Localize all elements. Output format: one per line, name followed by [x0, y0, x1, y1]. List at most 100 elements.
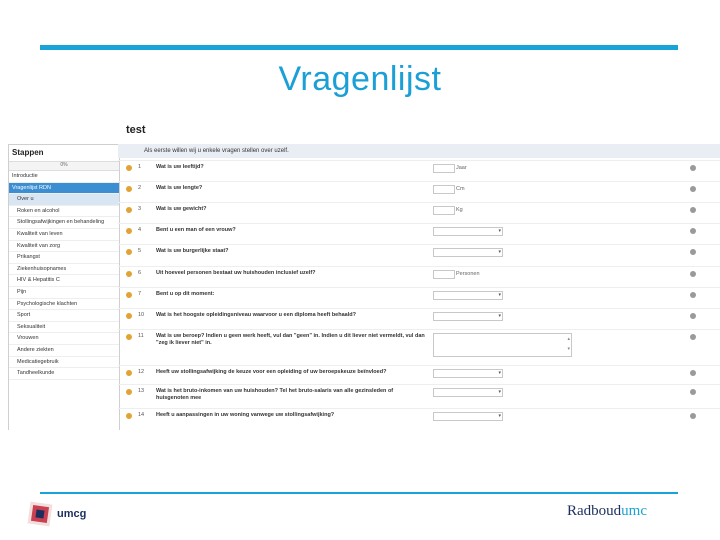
question-text: Wat is uw beroep? Indien u geen werk hee…	[156, 333, 425, 346]
question-number: 12	[138, 369, 145, 375]
answer-select[interactable]: ▾	[433, 388, 503, 397]
app-screenshot: test Stappen 0% Introductie Vragenlijst R…	[0, 118, 720, 430]
answer-select[interactable]: ▾	[433, 227, 503, 236]
answer-select[interactable]: ▾	[433, 369, 503, 378]
sidebar-item[interactable]: Stollingsafwijkingen en behandeling	[9, 217, 119, 229]
radboudumc-logo: Radboudumc	[567, 503, 647, 520]
comment-icon[interactable]	[690, 413, 696, 419]
answer-select[interactable]: ▾	[433, 291, 503, 300]
sidebar-item[interactable]: Vragenlijst RDN	[9, 182, 119, 195]
row-divider	[118, 329, 720, 330]
required-dot-icon	[126, 165, 132, 171]
comment-icon[interactable]	[690, 186, 696, 192]
sidebar-item[interactable]: Andere ziekten	[9, 345, 119, 357]
chevron-down-icon: ▾	[498, 413, 501, 419]
row-divider	[118, 181, 720, 182]
sidebar-item[interactable]: Seksualiteit	[9, 322, 119, 334]
question-number: 3	[138, 206, 142, 212]
question-number: 6	[138, 270, 142, 276]
required-dot-icon	[126, 389, 132, 395]
sidebar-item[interactable]: Roken en alcohol	[9, 206, 119, 218]
question-text: Heeft u aanpassingen in uw woning vanweg…	[156, 412, 335, 418]
answer-input[interactable]	[433, 206, 455, 215]
row-divider	[118, 202, 720, 203]
question-number: 4	[138, 227, 142, 233]
required-dot-icon	[126, 249, 132, 255]
chevron-down-icon: ▾	[498, 313, 501, 319]
row-divider	[118, 160, 720, 161]
required-dot-icon	[126, 334, 132, 340]
answer-input[interactable]	[433, 185, 455, 194]
sidebar-header: Stappen	[12, 148, 44, 157]
steps-sidebar: Stappen 0% Introductie Vragenlijst RDN Ove…	[8, 144, 120, 430]
umcg-logo-text: umcg	[57, 508, 87, 520]
chevron-down-icon: ▾	[498, 292, 501, 298]
row-divider	[118, 287, 720, 288]
comment-icon[interactable]	[690, 271, 696, 277]
question-number: 14	[138, 412, 145, 418]
row-divider	[118, 384, 720, 385]
unit-label: Personen	[456, 271, 480, 277]
scroll-down-icon[interactable]: ▾	[567, 346, 570, 352]
umcg-logo-icon	[27, 501, 53, 527]
question-text: Wat is het bruto-inkomen van uw huishoud…	[156, 388, 394, 401]
sidebar-item[interactable]: Kwaliteit van leven	[9, 229, 119, 241]
comment-icon[interactable]	[690, 313, 696, 319]
chevron-down-icon: ▾	[498, 370, 501, 376]
sidebar-item[interactable]: Vrouwen	[9, 333, 119, 345]
unit-label: Jaar	[456, 165, 467, 171]
required-dot-icon	[126, 292, 132, 298]
radboud-logo-suffix: umc	[621, 503, 647, 519]
comment-icon[interactable]	[690, 334, 696, 340]
row-divider	[118, 365, 720, 366]
question-number: 11	[138, 333, 144, 339]
comment-icon[interactable]	[690, 292, 696, 298]
sidebar-item[interactable]: Psychologische klachten	[9, 299, 119, 311]
answer-select[interactable]: ▾	[433, 412, 503, 421]
chevron-down-icon: ▾	[498, 389, 501, 395]
answer-select[interactable]: ▾	[433, 312, 503, 321]
question-number: 1	[138, 164, 142, 170]
question-number: 13	[138, 388, 145, 394]
row-divider	[118, 308, 720, 309]
slide-title: Vragenlijst	[278, 60, 442, 98]
sidebar-item[interactable]: Medicatiegebruik	[9, 357, 119, 369]
sidebar-item[interactable]: Sport	[9, 310, 119, 322]
answer-textarea[interactable]: ▴ ▾	[433, 333, 572, 357]
top-accent-bar	[40, 45, 678, 50]
sidebar-item[interactable]: Over u	[9, 194, 119, 206]
required-dot-icon	[126, 207, 132, 213]
question-text: Wat is het hoogste opleidingsniveau waar…	[156, 312, 356, 318]
comment-icon[interactable]	[690, 207, 696, 213]
sidebar-item[interactable]: Kwaliteit van zorg	[9, 241, 119, 253]
sidebar-item[interactable]: Tandheelkunde	[9, 368, 119, 380]
comment-icon[interactable]	[690, 389, 696, 395]
row-divider	[118, 408, 720, 409]
sidebar-item[interactable]: Prikangst	[9, 252, 119, 264]
answer-select[interactable]: ▾	[433, 248, 503, 257]
question-number: 5	[138, 248, 142, 254]
answer-input[interactable]	[433, 270, 455, 279]
question-text: Heeft uw stollingsafwijking de keuze voo…	[156, 369, 387, 375]
answer-input[interactable]	[433, 164, 455, 173]
row-divider	[118, 266, 720, 267]
progress-indicator: 0%	[9, 161, 119, 171]
required-dot-icon	[126, 370, 132, 376]
comment-icon[interactable]	[690, 228, 696, 234]
question-text: Wat is uw lengte?	[156, 185, 203, 191]
questionnaire-panel: Als eerste willen wij u enkele vragen st…	[118, 144, 720, 430]
question-number: 2	[138, 185, 142, 191]
sidebar-item[interactable]: Pijn	[9, 287, 119, 299]
scroll-up-icon[interactable]: ▴	[567, 336, 570, 342]
sidebar-item[interactable]: HIV & Hepatitis C	[9, 275, 119, 287]
question-text: Bent u op dit moment:	[156, 291, 215, 297]
required-dot-icon	[126, 186, 132, 192]
comment-icon[interactable]	[690, 165, 696, 171]
comment-icon[interactable]	[690, 249, 696, 255]
required-dot-icon	[126, 228, 132, 234]
required-dot-icon	[126, 271, 132, 277]
sidebar-item[interactable]: Introductie	[9, 171, 119, 183]
comment-icon[interactable]	[690, 370, 696, 376]
required-dot-icon	[126, 413, 132, 419]
sidebar-item[interactable]: Ziekenhuisopnames	[9, 264, 119, 276]
